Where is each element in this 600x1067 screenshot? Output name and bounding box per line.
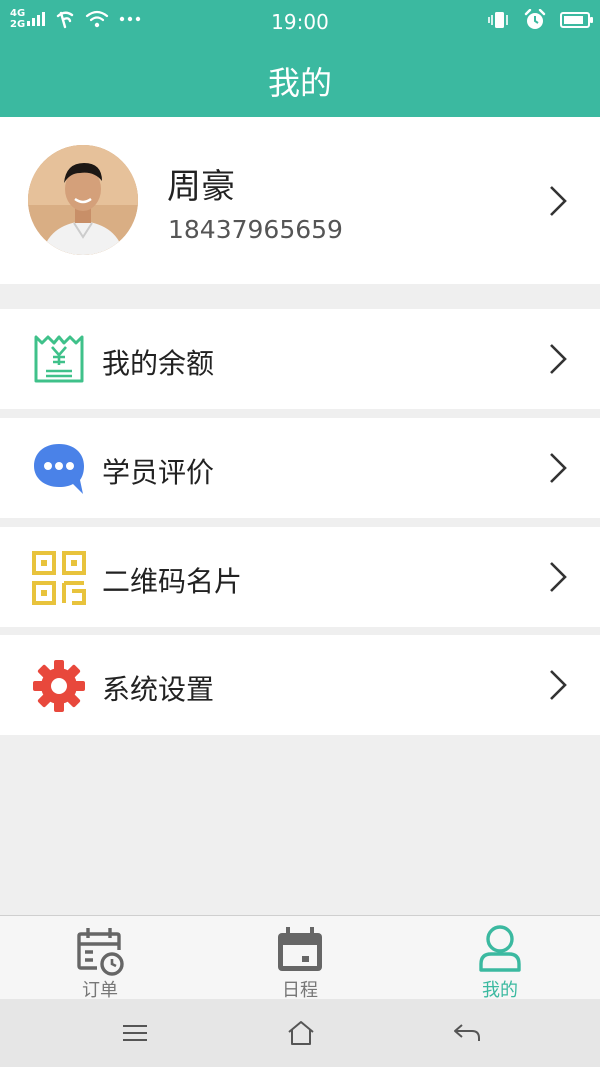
qr-code-icon [32,551,86,605]
chevron-right-icon [550,344,567,374]
menu-item-student-reviews[interactable]: 学员评价 [0,418,600,518]
chat-bubble-icon [34,444,84,494]
chevron-right-icon [550,453,567,483]
profile-name: 周豪 [167,167,235,207]
profile-phone: 18437965659 [168,215,343,244]
gear-icon [33,660,85,712]
menu-label-balance: 我的余额 [102,347,215,380]
menu-label-qr-card: 二维码名片 [102,565,243,598]
system-nav-bar [0,999,600,1067]
avatar [28,145,138,255]
status-right [488,9,593,31]
status-bar: 4G 2G 19:00 [0,0,600,42]
battery-level [564,16,583,24]
wallet-receipt-icon [34,335,84,383]
menu-label-student-reviews: 学员评价 [102,456,215,489]
bottom-tab-bar: 订单 日程 我的 [0,915,600,1001]
calendar-icon [278,927,322,971]
menu-item-settings[interactable]: 系统设置 [0,635,600,735]
header: 我的 [0,42,600,117]
calendar-clock-icon [77,928,124,976]
profile-card[interactable]: 周豪 18437965659 [0,117,600,284]
menu-item-balance[interactable]: 我的余额 [0,309,600,409]
menu-item-qr-card[interactable]: 二维码名片 [0,527,600,627]
chevron-right-icon [550,562,567,592]
tab-orders[interactable]: 订单 [0,916,200,1001]
person-icon [479,925,521,972]
chevron-right-icon [550,186,567,216]
tab-mine[interactable]: 我的 [400,916,600,1001]
back-icon[interactable] [452,1019,482,1047]
chevron-right-icon [550,670,567,700]
vibrate-icon [488,12,508,28]
menu-icon[interactable] [120,1019,150,1047]
alarm-icon [524,9,546,29]
battery-icon [560,12,593,28]
page-title: 我的 [267,64,332,102]
home-icon[interactable] [286,1019,316,1047]
tab-schedule[interactable]: 日程 [200,916,400,1001]
menu-label-settings: 系统设置 [102,673,215,706]
